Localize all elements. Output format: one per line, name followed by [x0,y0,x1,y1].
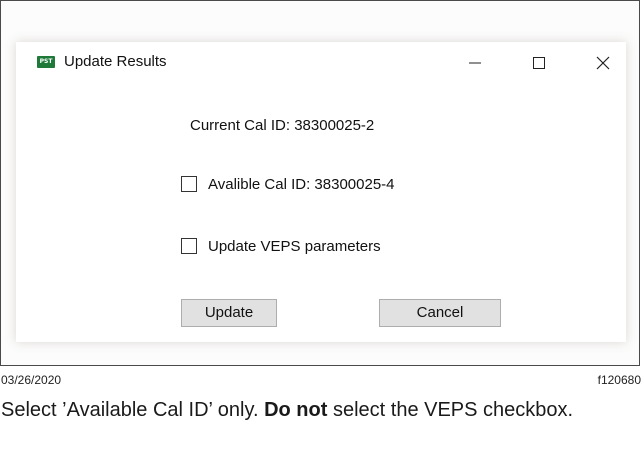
figure-date: 03/26/2020 [1,373,62,387]
app-icon: PST [37,56,55,68]
update-veps-checkbox[interactable] [181,238,197,254]
current-cal-id: Current Cal ID: 38300025-2 [190,117,375,134]
cancel-button[interactable]: Cancel [379,299,501,327]
caption-text-2: select the VEPS checkbox. [327,399,574,421]
update-results-dialog: PST Update Results Current Cal ID: 38300… [16,42,626,342]
title-bar: PST Update Results [16,42,626,84]
maximize-icon [533,57,545,69]
close-button[interactable] [580,44,626,82]
close-icon [596,56,610,70]
figure-caption: Select ’Available Cal ID’ only. Do not s… [1,398,631,423]
caption-text-1: Select ’Available Cal ID’ only. [1,399,265,421]
available-cal-id-checkbox[interactable] [181,176,197,192]
update-button[interactable]: Update [181,299,277,327]
window-title: Update Results [64,53,167,70]
minimize-button[interactable] [452,44,498,82]
maximize-button[interactable] [516,44,562,82]
figure-id: f120680 [597,373,641,387]
figure-frame: PST Update Results Current Cal ID: 38300… [0,0,640,366]
update-veps-label: Update VEPS parameters [208,238,381,255]
caption-emphasis: Do not [264,399,328,421]
available-cal-id-label: Avalible Cal ID: 38300025-4 [208,176,395,193]
minimize-icon [469,62,481,64]
